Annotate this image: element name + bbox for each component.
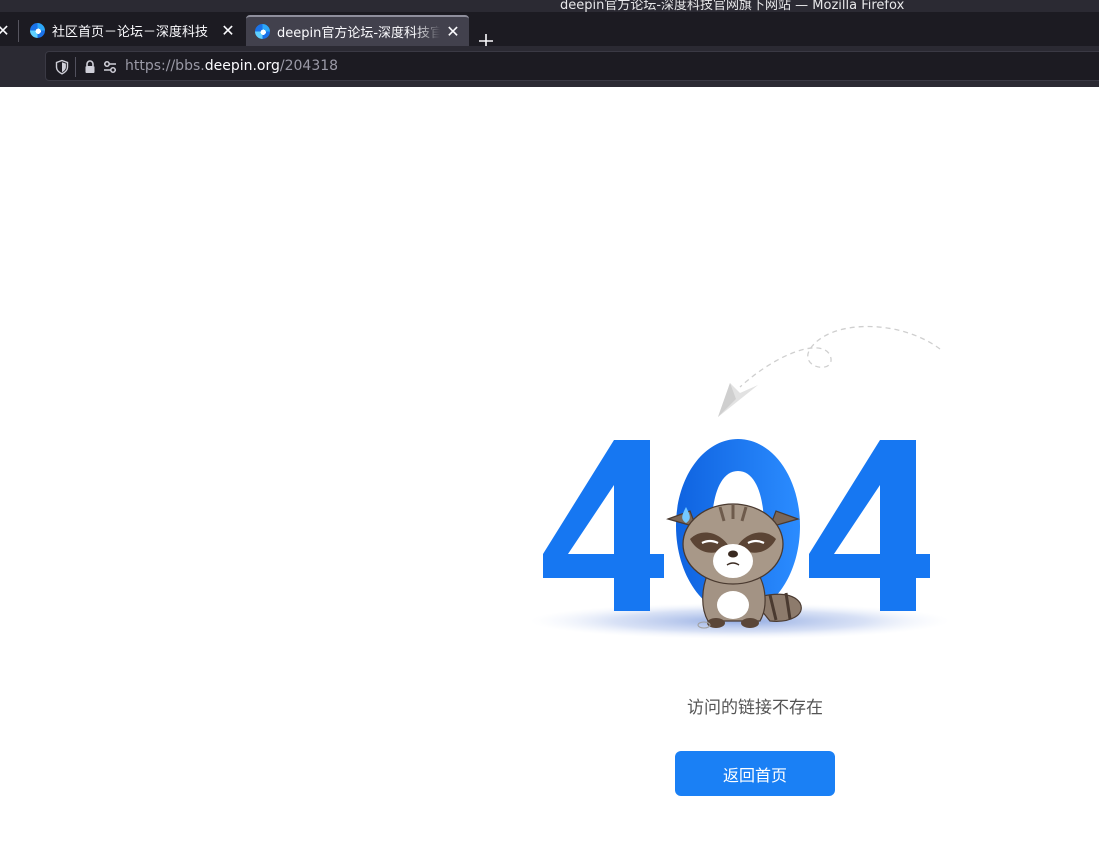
permissions-icon[interactable] bbox=[102, 59, 118, 75]
deepin-logo-icon bbox=[255, 24, 270, 39]
close-icon[interactable]: ✕ bbox=[215, 18, 241, 44]
error-404-illustration bbox=[530, 325, 950, 639]
tab-deepin-forum[interactable]: deepin官方论坛-深度科技官网旗下网站 ✕ bbox=[246, 15, 469, 46]
url-host: deepin.org bbox=[204, 58, 280, 74]
deepin-logo-icon bbox=[30, 23, 45, 38]
tab-label: deepin官方论坛-深度科技官网旗下网站 bbox=[277, 26, 440, 41]
navigation-toolbar: https://bbs.deepin.org/204318 bbox=[0, 46, 1099, 87]
toolbar-left-area bbox=[0, 50, 44, 83]
close-icon[interactable]: ✕ bbox=[0, 18, 16, 44]
close-icon[interactable]: ✕ bbox=[440, 19, 466, 45]
url-path: /204318 bbox=[279, 58, 339, 74]
page-content: 访问的链接不存在 返回首页 bbox=[0, 87, 1099, 858]
error-message: 访问的链接不存在 bbox=[687, 698, 823, 718]
tab-previous-partial[interactable]: ✕ bbox=[0, 15, 16, 46]
tab-label: 社区首页－论坛－深度科技 bbox=[52, 25, 209, 40]
url-text[interactable]: https://bbs.deepin.org/204318 bbox=[125, 58, 338, 74]
lock-icon[interactable] bbox=[82, 59, 98, 75]
back-home-button[interactable]: 返回首页 bbox=[675, 751, 835, 796]
url-bar[interactable]: https://bbs.deepin.org/204318 bbox=[45, 51, 1099, 81]
tab-strip: ✕ 社区首页－论坛－深度科技 ✕ deepin官方论坛-深度科技官网旗下网站 ✕ bbox=[0, 12, 1099, 48]
shield-icon[interactable] bbox=[54, 59, 70, 75]
tab-community-home[interactable]: 社区首页－论坛－深度科技 ✕ bbox=[20, 15, 244, 46]
window-title: deepin官方论坛-深度科技官网旗下网站 — Mozilla Firefox bbox=[560, 0, 905, 12]
tab-separator bbox=[18, 20, 19, 42]
window-title-bar: deepin官方论坛-深度科技官网旗下网站 — Mozilla Firefox bbox=[0, 0, 1099, 12]
url-scheme: https://bbs. bbox=[125, 58, 205, 74]
paper-plane-icon bbox=[718, 325, 941, 417]
url-divider bbox=[75, 57, 76, 77]
